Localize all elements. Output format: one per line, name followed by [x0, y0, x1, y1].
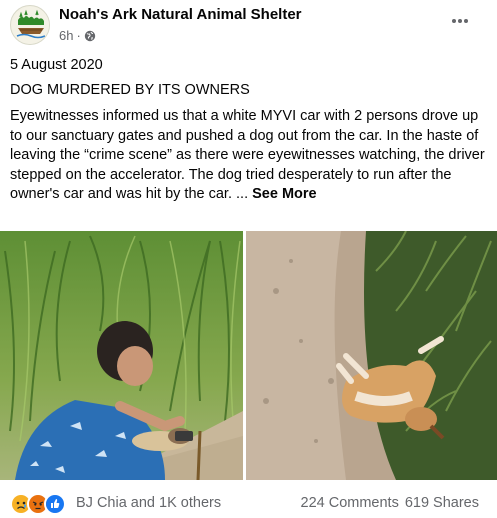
shares-count-link[interactable]: 619 Shares — [405, 495, 479, 511]
more-options-button[interactable] — [449, 11, 471, 31]
reaction-summary[interactable]: BJ Chia and 1K others — [76, 495, 221, 511]
more-options-icon — [452, 19, 468, 23]
page-avatar[interactable] — [10, 5, 50, 45]
see-more-link[interactable]: See More — [252, 186, 316, 202]
post-body: Eyewitnesses informed us that a white MY… — [10, 107, 486, 205]
dog-on-road-image — [246, 231, 497, 480]
facebook-post: Noah's Ark Natural Animal Shelter 6h · 5… — [0, 0, 497, 518]
shelter-logo-icon — [12, 7, 49, 44]
post-photos — [0, 231, 497, 480]
like-reaction-icon — [44, 493, 66, 515]
post-header: Noah's Ark Natural Animal Shelter 6h · — [0, 0, 497, 50]
photo-dog-on-road[interactable] — [246, 231, 497, 480]
post-footer: BJ Chia and 1K others 224 Comments 619 S… — [0, 484, 497, 518]
globe-icon — [84, 30, 96, 41]
page-name-link[interactable]: Noah's Ark Natural Animal Shelter — [59, 6, 302, 23]
comments-count-link[interactable]: 224 Comments — [301, 495, 399, 511]
engagement-counts: 224 Comments 619 Shares — [301, 495, 480, 511]
post-timestamp[interactable]: 6h — [59, 28, 73, 43]
man-with-dog-image — [0, 231, 243, 480]
post-headline: DOG MURDERED BY ITS OWNERS — [10, 82, 250, 98]
post-date-line: 5 August 2020 — [10, 57, 103, 73]
reaction-icons[interactable] — [10, 493, 66, 515]
photo-man-with-dog[interactable] — [0, 231, 243, 480]
meta-separator: · — [76, 28, 81, 43]
post-body-text: Eyewitnesses informed us that a white MY… — [10, 108, 485, 202]
post-meta: 6h · — [59, 28, 96, 43]
